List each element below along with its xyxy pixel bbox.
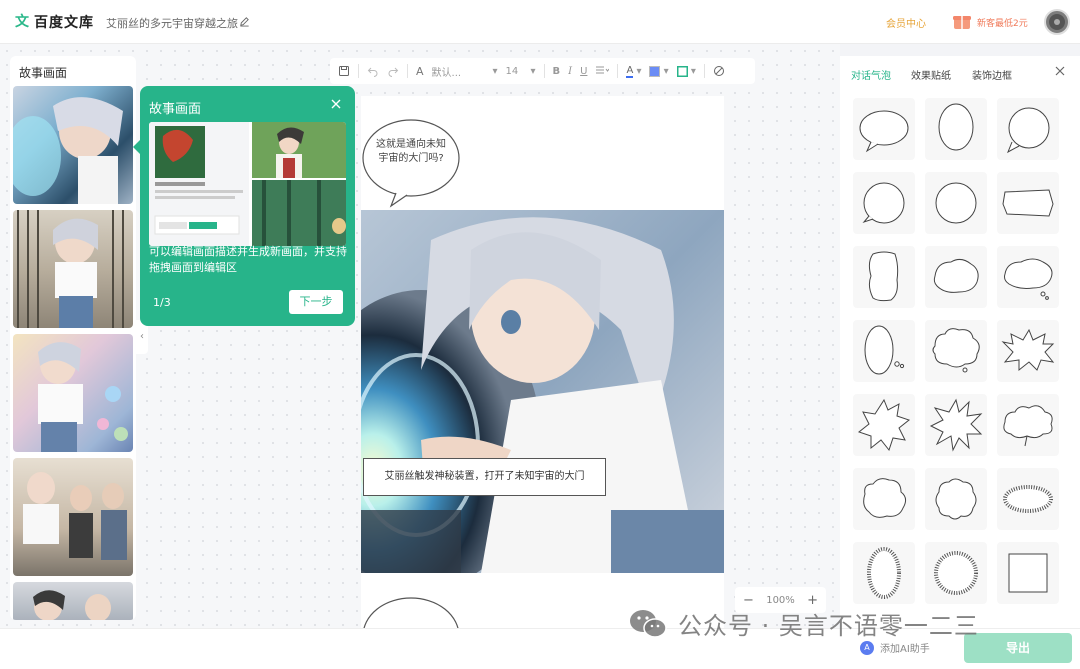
gift-icon[interactable] bbox=[952, 12, 972, 30]
frame-art bbox=[17, 210, 124, 328]
bubble-shape-spiky[interactable] bbox=[853, 394, 915, 456]
story-scene-image[interactable] bbox=[361, 210, 724, 573]
tab-speech-bubbles[interactable]: 对话气泡 bbox=[851, 67, 891, 82]
wechat-icon bbox=[630, 609, 667, 638]
undo-icon[interactable] bbox=[367, 58, 379, 84]
text-format-toolbar: A 默认... ▾ 14 ▾ B I U A ▾ ▾ ▾ bbox=[330, 58, 755, 84]
font-family-select[interactable]: 默认... ▾ bbox=[432, 58, 498, 84]
frame-thumbnail-3[interactable] bbox=[13, 334, 133, 452]
panel-title: 故事画面 bbox=[19, 66, 68, 80]
bubble-shape-round[interactable] bbox=[997, 98, 1059, 160]
bubble-shape-cloud-dots[interactable] bbox=[997, 246, 1059, 308]
bubble-shape-bumpy-cloud[interactable] bbox=[925, 320, 987, 382]
bubble-shape-cloud[interactable] bbox=[925, 246, 987, 308]
frame-thumbnail-2[interactable] bbox=[13, 210, 133, 328]
bubble-shape-puffy[interactable] bbox=[853, 468, 915, 530]
toolbar-divider bbox=[703, 64, 705, 78]
toolbar-divider bbox=[543, 64, 545, 78]
bubble-library-panel: 对话气泡 效果贴纸 装饰边框 bbox=[840, 56, 1080, 628]
scene-art bbox=[361, 210, 724, 573]
font-size-value: 14 bbox=[505, 65, 519, 77]
edit-pencil-icon[interactable] bbox=[239, 16, 250, 27]
comic-page-canvas[interactable]: 这就是通向未知宇宙的大门吗? 艾丽丝触发神秘装置，打开了未知宇宙的大门 bbox=[361, 96, 724, 628]
frame-art bbox=[13, 97, 123, 204]
guide-preview-image bbox=[149, 122, 346, 246]
vip-center-link[interactable]: 会员中心 bbox=[886, 15, 926, 30]
font-family-value: 默认... bbox=[431, 67, 462, 79]
bubble-shape-square[interactable] bbox=[997, 542, 1059, 604]
close-icon[interactable] bbox=[1054, 65, 1066, 77]
toolbar-divider bbox=[358, 64, 359, 78]
text-color-button[interactable]: A ▾ bbox=[626, 58, 641, 84]
story-frames-panel: 故事画面 bbox=[10, 56, 136, 620]
export-button[interactable]: 导出 bbox=[964, 633, 1072, 663]
logo[interactable]: 文 百度文库 bbox=[15, 12, 94, 32]
speech-bubble[interactable] bbox=[361, 596, 461, 628]
user-avatar[interactable] bbox=[1044, 9, 1070, 35]
frame-thumbnail-1[interactable] bbox=[13, 86, 133, 204]
underline-button[interactable]: U bbox=[580, 58, 587, 84]
frame-art bbox=[23, 472, 127, 560]
watermark: 公众号 · 吴言不语零一二三 bbox=[628, 606, 979, 641]
document-title[interactable]: 艾丽丝的多元宇宙穿越之旅 bbox=[106, 15, 238, 31]
text-color-glyph: A bbox=[626, 64, 634, 78]
bubble-shape-circle-tail[interactable] bbox=[853, 172, 915, 234]
chevron-down-icon: ▾ bbox=[492, 65, 498, 77]
bubble-shape-fluffy-cloud[interactable] bbox=[997, 394, 1059, 456]
preview-art bbox=[149, 122, 346, 246]
toolbar-divider bbox=[617, 64, 619, 78]
watermark-text: 公众号 · 吴言不语零一二三 bbox=[678, 612, 979, 640]
redo-icon[interactable] bbox=[387, 58, 399, 84]
toolbar-divider bbox=[407, 64, 408, 78]
chevron-down-icon: ▾ bbox=[530, 65, 536, 77]
speech-bubble-text[interactable]: 这就是通向未知宇宙的大门吗? bbox=[375, 138, 447, 166]
frame-art bbox=[38, 342, 128, 452]
highlight-color-button[interactable]: ▾ bbox=[649, 58, 669, 84]
font-size-select[interactable]: 14 ▾ bbox=[506, 58, 536, 84]
bubble-shape-circle[interactable] bbox=[925, 172, 987, 234]
avatar-disc-icon bbox=[1049, 14, 1065, 30]
bubble-shape-burst-wide[interactable] bbox=[997, 320, 1059, 382]
bubble-shape-oval[interactable] bbox=[853, 98, 915, 160]
italic-button[interactable]: I bbox=[568, 58, 572, 84]
frame-art bbox=[33, 590, 111, 620]
clear-format-icon[interactable] bbox=[713, 58, 725, 84]
frame-thumbnail-5[interactable] bbox=[13, 582, 133, 620]
ai-assistant-label: 添加AI助手 bbox=[880, 644, 930, 655]
bubble-shape-tall-thought[interactable] bbox=[853, 320, 915, 382]
border-color-button[interactable]: ▾ bbox=[676, 58, 696, 84]
scene-caption[interactable]: 艾丽丝触发神秘装置，打开了未知宇宙的大门 bbox=[363, 458, 606, 496]
promo-label[interactable]: 新客最低2元 bbox=[977, 16, 1028, 29]
bubble-shape-tall-oval[interactable] bbox=[925, 98, 987, 160]
font-icon[interactable]: A bbox=[416, 58, 424, 84]
guide-step-counter: 1/3 bbox=[153, 296, 171, 309]
tab-decor-borders[interactable]: 装饰边框 bbox=[972, 67, 1012, 82]
popover-arrow bbox=[133, 140, 140, 154]
add-ai-assistant-button[interactable]: A 添加AI助手 bbox=[860, 640, 930, 655]
guide-title: 故事画面 bbox=[149, 102, 202, 117]
guide-description: 可以编辑画面描述并生成新画面，并支持拖拽画面到编辑区 bbox=[149, 245, 347, 274]
top-bar: 文 百度文库 艾丽丝的多元宇宙穿越之旅 会员中心 新客最低2元 bbox=[0, 0, 1080, 44]
bubble-shape-fuzzy-circle[interactable] bbox=[925, 542, 987, 604]
close-icon[interactable] bbox=[330, 98, 342, 110]
bold-button[interactable]: B bbox=[553, 58, 561, 84]
align-icon[interactable] bbox=[595, 58, 610, 84]
logo-icon: 文 bbox=[15, 14, 29, 30]
next-step-button[interactable]: 下一步 bbox=[289, 290, 343, 314]
frame-thumbnail-4[interactable] bbox=[13, 458, 133, 576]
bubble-shape-wobbly-tall[interactable] bbox=[853, 246, 915, 308]
zoom-level: 100% bbox=[766, 594, 795, 606]
bubble-shape-fuzzy-tall[interactable] bbox=[853, 542, 915, 604]
onboarding-guide-popover: 故事画面 可以编辑画面描述并生成新画面，并支持拖拽画面到编辑区 1/3 下一步 bbox=[133, 86, 355, 326]
bubble-shape-starburst[interactable] bbox=[925, 394, 987, 456]
logo-text: 百度文库 bbox=[34, 15, 94, 31]
tab-effect-stickers[interactable]: 效果贴纸 bbox=[911, 67, 951, 82]
bubble-shape-rect[interactable] bbox=[997, 172, 1059, 234]
bubble-shape-scalloped[interactable] bbox=[925, 468, 987, 530]
bubble-shape-fuzzy-ellipse[interactable] bbox=[997, 468, 1059, 530]
save-icon[interactable] bbox=[338, 58, 350, 84]
ai-assistant-icon: A bbox=[860, 640, 874, 655]
